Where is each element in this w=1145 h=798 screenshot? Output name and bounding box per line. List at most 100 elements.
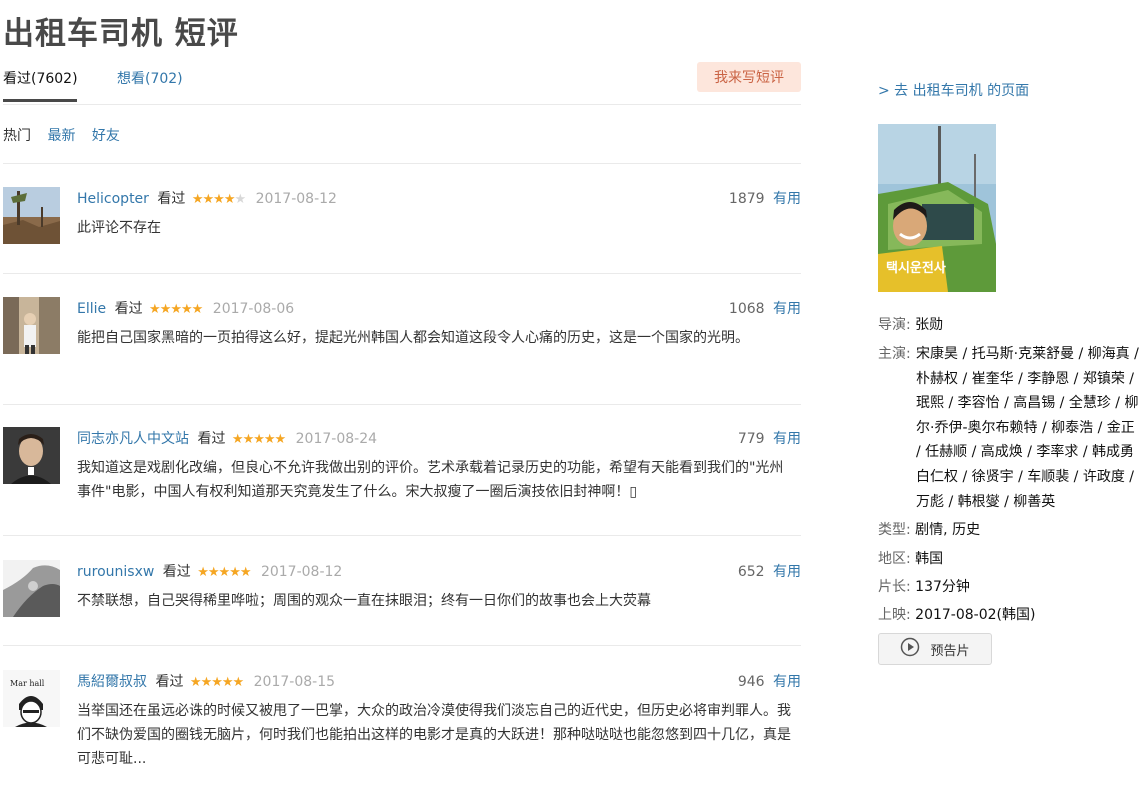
comment-header: 同志亦凡人中文站 看过 ★★★★★ 2017-08-24 [77, 428, 377, 448]
poster-title-text: 택시운전사 [886, 260, 946, 276]
region-value: 韩国 [915, 551, 944, 567]
comment-status: 看过 [155, 674, 184, 690]
avatar[interactable] [3, 560, 60, 617]
comment-date: 2017-08-15 [253, 674, 336, 690]
cast-line[interactable]: 宋康昊 / 托马斯·克莱舒曼 / 柳海真 / [916, 343, 1139, 363]
cast-label: 主演: [878, 346, 911, 362]
star-filled-icon: ★ [221, 675, 234, 690]
cast-line[interactable]: 珉熙 / 李容怡 / 高昌锡 / 全慧珍 / 柳 [916, 392, 1138, 412]
star-filled-icon: ★ [200, 675, 213, 690]
vote-count: 779 [737, 431, 765, 447]
avatar[interactable] [3, 187, 60, 244]
comment-item: Ellie 看过 ★★★★★ 2017-08-06 1068 有用 能把自己国家… [3, 297, 801, 405]
comment-date: 2017-08-12 [260, 564, 343, 580]
director-row: 导演: 张勋 [878, 314, 943, 334]
comment-status: 看过 [197, 431, 226, 447]
star-filled-icon: ★ [202, 192, 215, 207]
tab-watched[interactable]: 看过(7602) [3, 68, 78, 88]
runtime-label: 片长: [878, 579, 911, 595]
cast-line[interactable]: 尔·乔伊-奥尔布赖特 / 柳泰浩 / 金正 [916, 417, 1135, 437]
comment-text: 当举国还在虽远必诛的时候又被甩了一巴掌，大众的政治冷漠使得我们淡忘自己的近代史，… [77, 703, 791, 767]
useful-button[interactable]: 有用 [773, 191, 801, 207]
star-filled-icon: ★ [253, 432, 265, 447]
play-circle-icon [900, 637, 920, 661]
comment-votes: 946 有用 [738, 671, 801, 691]
star-filled-icon: ★ [149, 302, 161, 317]
cast-line[interactable]: / 任赫顺 / 高成焕 / 李率求 / 韩成勇 [916, 441, 1134, 461]
comment-username[interactable]: Ellie [77, 301, 106, 317]
rating-stars: ★★★★★ [231, 432, 287, 447]
comment-username[interactable]: rurounisxw [77, 564, 154, 580]
star-filled-icon: ★ [170, 302, 182, 317]
comment-text: 能把自己国家黑暗的一页拍得这么好，提起光州韩国人都会知道这段令人心痛的历史，这是… [77, 330, 749, 346]
sort-friends[interactable]: 好友 [92, 128, 120, 144]
comment-header: 馬紹爾叔叔 看过 ★★★★★ 2017-08-15 [77, 671, 335, 691]
director-label: 导演: [878, 317, 911, 333]
comment-status: 看过 [114, 301, 143, 317]
comment-date: 2017-08-12 [255, 191, 337, 207]
release-row: 上映: 2017-08-02(韩国) [878, 604, 1035, 624]
region-label: 地区: [878, 551, 911, 567]
cast-line[interactable]: 朴赫权 / 崔奎华 / 李静恩 / 郑镇荣 / [916, 368, 1134, 388]
sort-bar: 热门 最新 好友 [3, 125, 801, 164]
rating-stars: ★★★★★ [189, 675, 245, 690]
comment-username[interactable]: Helicopter [77, 191, 149, 207]
comment-item: Mar hall 馬紹爾叔叔 看过 ★★★★★ 2017-08-15 946 有… [3, 670, 801, 798]
comment-username[interactable]: 馬紹爾叔叔 [77, 674, 147, 690]
comment-header: rurounisxw 看过 ★★★★★ 2017-08-12 [77, 561, 342, 581]
comment-text: 我知道这是戏剧化改编，但良心不允许我做出别的评价。艺术承载着记录历史的功能，希望… [77, 460, 784, 500]
useful-button[interactable]: 有用 [773, 674, 801, 690]
cast-line[interactable]: 万彪 / 韩根燮 / 柳善英 [916, 491, 1055, 511]
star-filled-icon: ★ [189, 675, 202, 690]
comment-item: Helicopter 看过 ★★★★★ 2017-08-12 1879 有用 此… [3, 187, 801, 274]
star-filled-icon: ★ [213, 192, 225, 207]
runtime-value: 137分钟 [915, 579, 970, 595]
avatar[interactable] [3, 427, 60, 484]
comment-status: 看过 [157, 191, 186, 207]
runtime-row: 片长: 137分钟 [878, 576, 970, 596]
star-filled-icon: ★ [232, 675, 245, 690]
region-row: 地区: 韩国 [878, 548, 943, 568]
avatar[interactable] [3, 297, 60, 354]
avatar[interactable]: Mar hall [3, 670, 60, 727]
star-empty-icon: ★ [234, 192, 246, 207]
tab-want-to-watch[interactable]: 想看(702) [117, 68, 183, 88]
trailer-button[interactable]: 预告片 [878, 633, 992, 665]
star-filled-icon: ★ [191, 192, 204, 207]
sort-latest[interactable]: 最新 [47, 128, 75, 144]
page-title: 出租车司机 短评 [3, 16, 239, 52]
comment-date: 2017-08-06 [212, 301, 295, 317]
release-label: 上映: [878, 607, 911, 623]
star-filled-icon: ★ [239, 565, 252, 580]
useful-button[interactable]: 有用 [773, 431, 801, 447]
useful-button[interactable]: 有用 [773, 301, 801, 317]
useful-button[interactable]: 有用 [773, 564, 801, 580]
rating-stars: ★★★★★ [197, 565, 252, 580]
comment-status: 看过 [162, 564, 191, 580]
star-filled-icon: ★ [231, 432, 244, 447]
comment-item: rurounisxw 看过 ★★★★★ 2017-08-12 652 有用 不禁… [3, 560, 801, 646]
star-filled-icon: ★ [274, 432, 287, 447]
comment-item: 同志亦凡人中文站 看过 ★★★★★ 2017-08-24 779 有用 我知道这… [3, 427, 801, 536]
star-filled-icon: ★ [159, 302, 172, 317]
star-filled-icon: ★ [229, 565, 241, 580]
star-filled-icon: ★ [191, 302, 204, 317]
write-review-button[interactable]: 我来写短评 [697, 62, 801, 92]
cast-label-row: 主演: [878, 343, 911, 363]
genre-label: 类型: [878, 522, 911, 538]
active-tab-indicator [3, 99, 77, 102]
movie-page-link[interactable]: > 去 出租车司机 的页面 [878, 80, 1029, 100]
cast-line[interactable]: 白仁权 / 徐贤宇 / 车顺裴 / 许政度 / [916, 466, 1134, 486]
comment-votes: 1068 有用 [729, 298, 801, 318]
vote-count: 946 [737, 674, 765, 690]
sort-hot: 热门 [3, 128, 31, 144]
genre-row: 类型: 剧情, 历史 [878, 519, 980, 539]
svg-text:Mar hall: Mar hall [10, 679, 45, 688]
comment-header: Ellie 看过 ★★★★★ 2017-08-06 [77, 298, 294, 318]
movie-poster[interactable]: 택시운전사 [878, 124, 996, 292]
director-value[interactable]: 张勋 [915, 317, 943, 333]
vote-count: 1879 [728, 191, 765, 207]
trailer-label: 预告片 [930, 643, 970, 659]
release-value: 2017-08-02(韩国) [915, 607, 1036, 623]
comment-username[interactable]: 同志亦凡人中文站 [77, 431, 189, 447]
